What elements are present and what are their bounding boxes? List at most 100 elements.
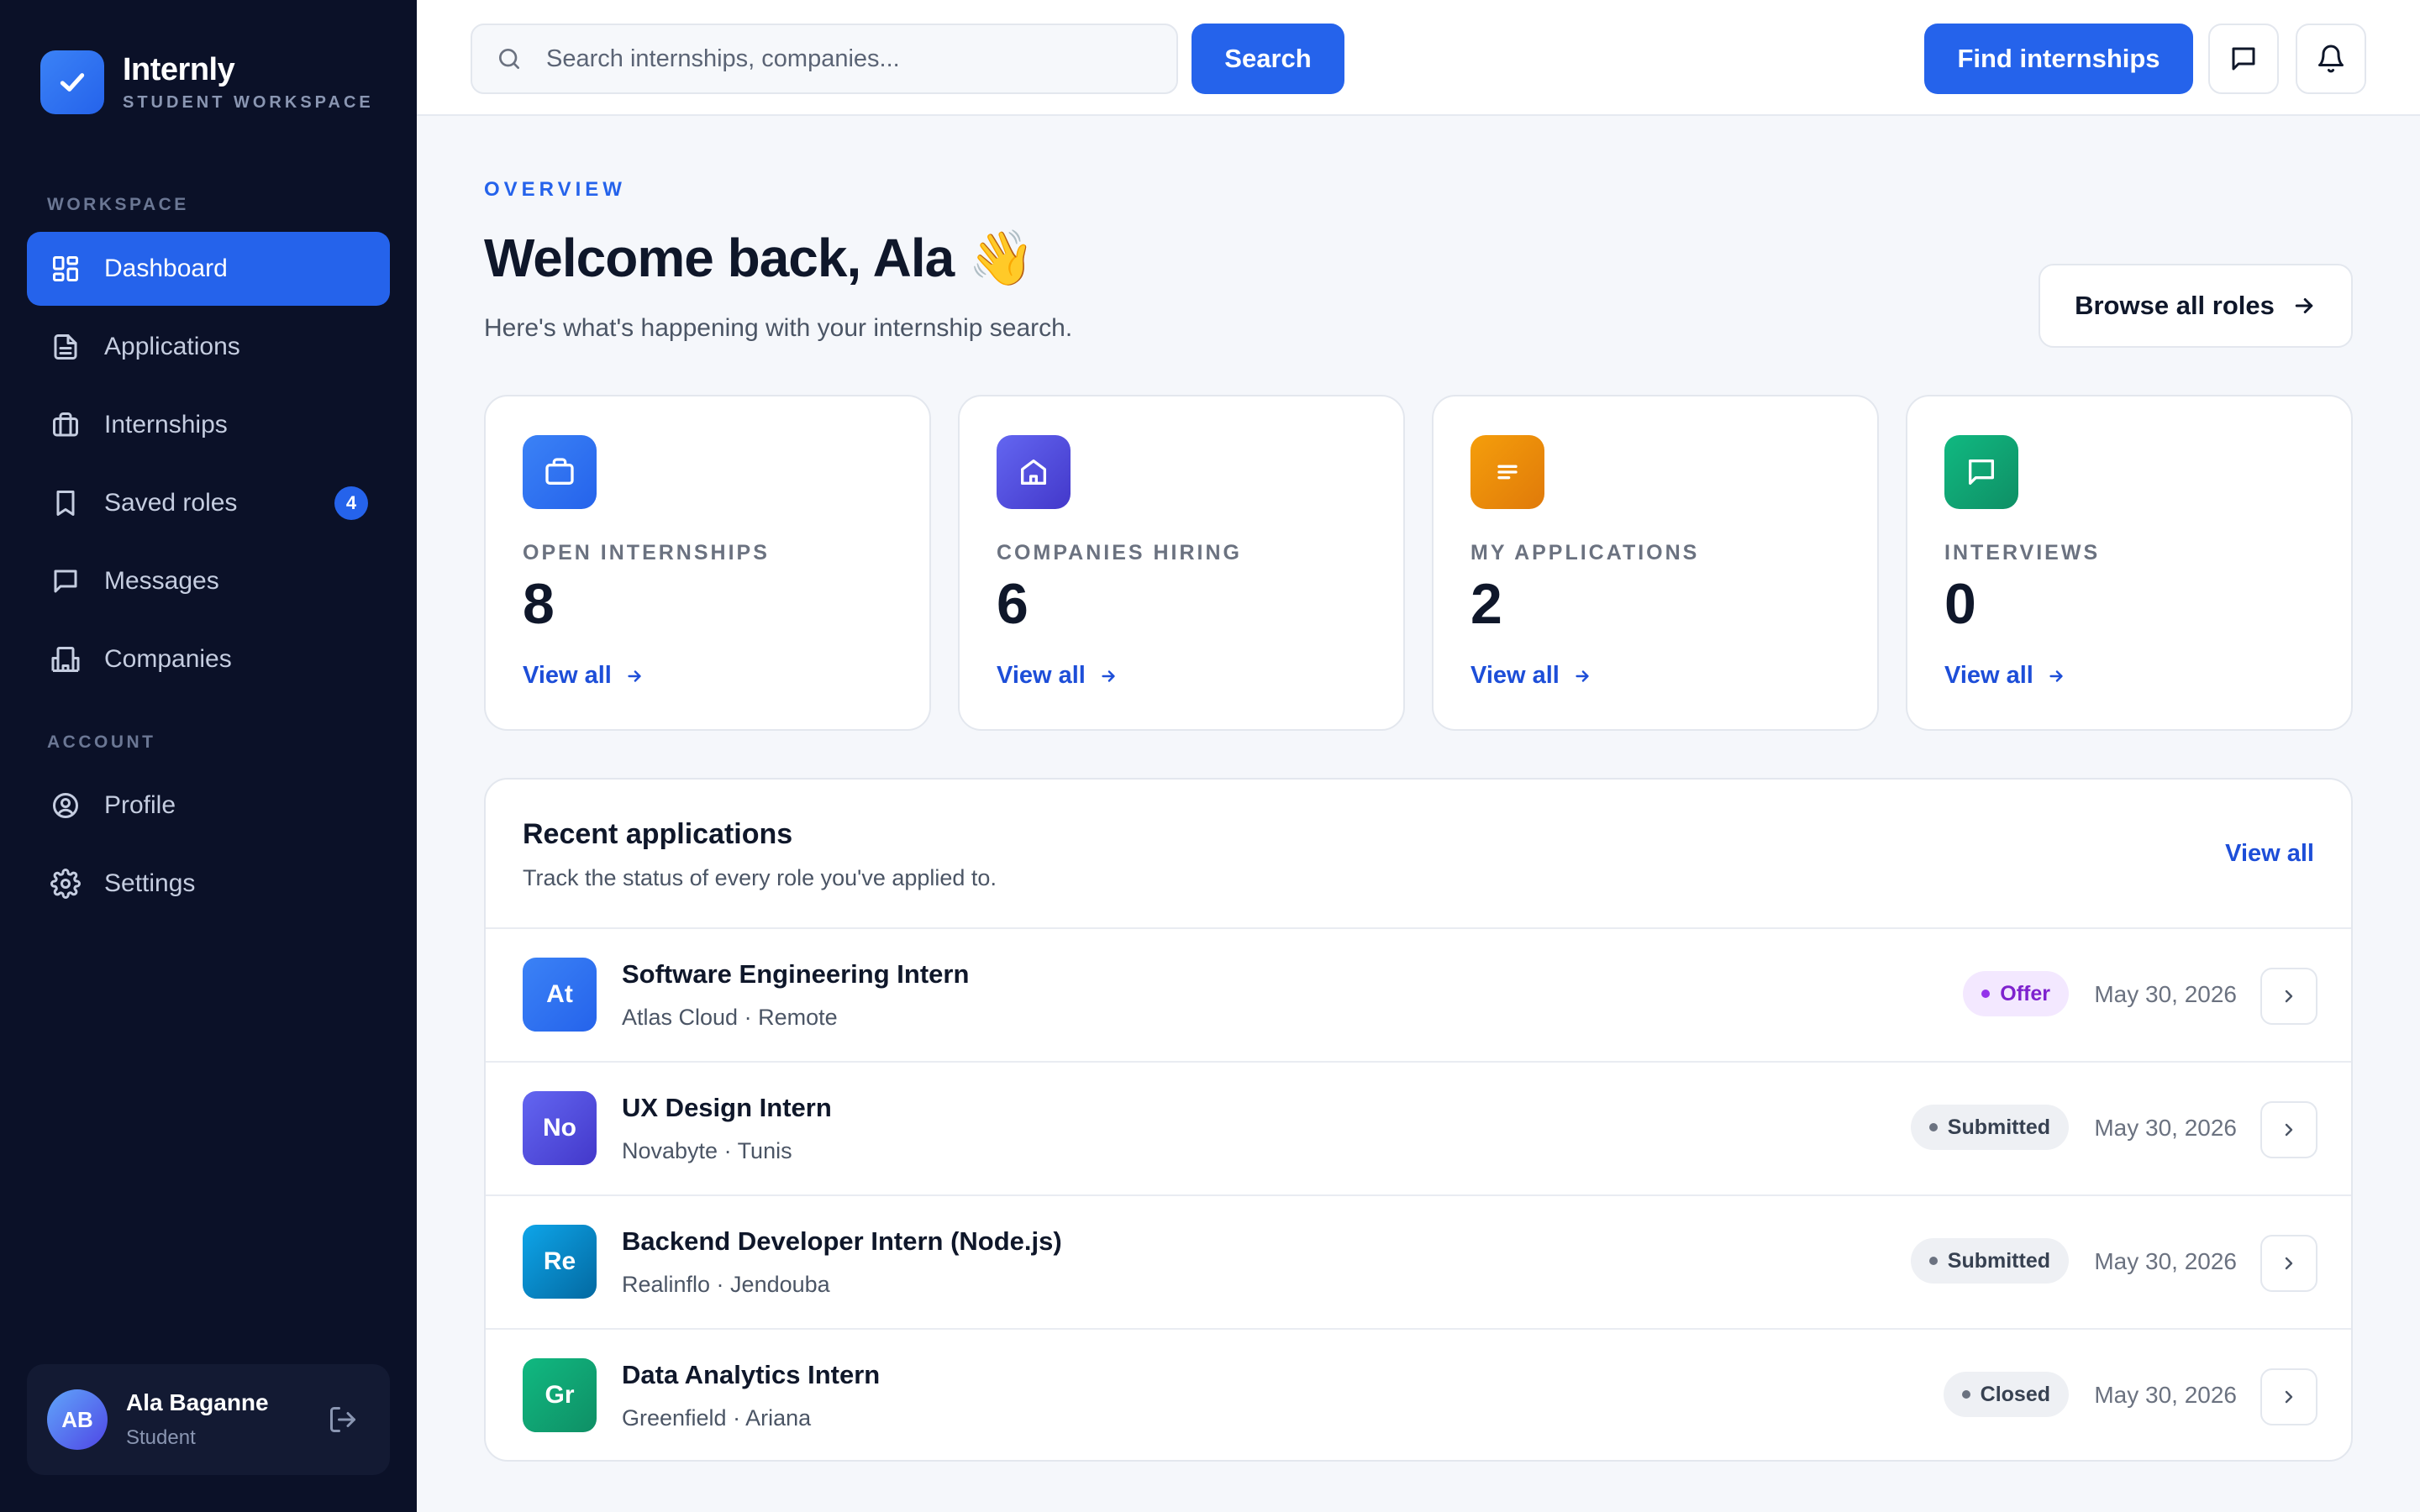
- avatar[interactable]: AB: [47, 1389, 108, 1450]
- sidebar-item-dashboard[interactable]: Dashboard: [27, 232, 390, 306]
- status-label: Submitted: [1947, 1115, 2050, 1139]
- application-row[interactable]: Gr Data Analytics Intern Greenfield · Ar…: [486, 1328, 2351, 1460]
- saved-roles-count-badge: 4: [334, 486, 368, 520]
- home-icon: [997, 435, 1071, 509]
- list-icon: [1470, 435, 1544, 509]
- view-all-link[interactable]: View all: [997, 662, 1118, 690]
- chevron-right-icon: [2279, 1253, 2299, 1273]
- sidebar-item-saved-roles[interactable]: Saved roles 4: [27, 466, 390, 540]
- status-label: Submitted: [1947, 1248, 2050, 1273]
- dashboard-icon: [49, 252, 82, 286]
- browse-all-roles-label: Browse all roles: [2075, 291, 2275, 320]
- sidebar-item-label: Dashboard: [104, 255, 228, 282]
- chevron-right-icon: [2279, 1387, 2299, 1407]
- stat-card-companies-hiring: COMPANIES HIRING 6 View all: [958, 395, 1405, 731]
- stat-card-interviews: INTERVIEWS 0 View all: [1906, 395, 2353, 731]
- application-date: May 30, 2026: [2094, 1115, 2237, 1141]
- brand-name: Internly: [123, 52, 235, 87]
- search-input[interactable]: [546, 45, 1151, 73]
- application-row[interactable]: Re Backend Developer Intern (Node.js) Re…: [486, 1194, 2351, 1328]
- open-application-button[interactable]: [2260, 1235, 2317, 1292]
- arrow-right-icon: [625, 667, 644, 685]
- application-title: Backend Developer Intern (Node.js): [622, 1226, 1062, 1256]
- stat-value: 2: [1470, 572, 1502, 636]
- sidebar-item-profile[interactable]: Profile: [27, 769, 390, 843]
- messages-button[interactable]: [2208, 24, 2279, 94]
- sidebar-item-settings[interactable]: Settings: [27, 847, 390, 921]
- user-circle-icon: [49, 789, 82, 822]
- brand[interactable]: Internly STUDENT WORKSPACE: [40, 50, 374, 114]
- bell-icon: [2316, 44, 2346, 74]
- view-all-label: View all: [1470, 662, 1560, 689]
- user-role: Student: [126, 1426, 196, 1449]
- stat-value: 6: [997, 572, 1028, 636]
- find-internships-button[interactable]: Find internships: [1924, 24, 2193, 94]
- company-logo: At: [523, 958, 597, 1032]
- page-subtitle: Here's what's happening with your intern…: [484, 314, 1073, 342]
- sidebar-item-label: Companies: [104, 645, 232, 673]
- arrow-right-icon: [1099, 667, 1118, 685]
- view-all-label: View all: [1944, 662, 2033, 689]
- application-row[interactable]: No UX Design Intern Novabyte · Tunis Sub…: [486, 1061, 2351, 1194]
- application-meta: Greenfield · Ariana: [622, 1405, 812, 1431]
- search-box[interactable]: [471, 24, 1178, 94]
- stat-card-open-internships: OPEN INTERNSHIPS 8 View all: [484, 395, 931, 731]
- notifications-button[interactable]: [2296, 24, 2366, 94]
- status-badge: Offer: [1963, 971, 2069, 1016]
- arrow-right-icon: [1573, 667, 1591, 685]
- view-all-link[interactable]: View all: [1944, 662, 2065, 690]
- topbar: Search Find internships: [417, 0, 2420, 116]
- section-label-account: ACCOUNT: [47, 732, 156, 752]
- page-title: Welcome back, Ala 👋: [484, 228, 1035, 288]
- application-row[interactable]: At Software Engineering Intern Atlas Clo…: [486, 927, 2351, 1061]
- sidebar-item-label: Profile: [104, 791, 176, 819]
- arrow-right-icon: [2291, 293, 2317, 318]
- message-icon: [2228, 44, 2259, 74]
- stat-label: COMPANIES HIRING: [997, 541, 1242, 564]
- chat-icon: [1944, 435, 2018, 509]
- message-icon: [49, 564, 82, 598]
- status-badge: Closed: [1943, 1372, 2069, 1417]
- stat-label: OPEN INTERNSHIPS: [523, 541, 770, 564]
- sidebar-item-messages[interactable]: Messages: [27, 544, 390, 618]
- user-name: Ala Baganne: [126, 1389, 269, 1415]
- recent-view-all-link[interactable]: View all: [2225, 840, 2314, 868]
- user-card: AB Ala Baganne Student: [27, 1364, 390, 1475]
- search-button[interactable]: Search: [1192, 24, 1344, 94]
- application-date: May 30, 2026: [2094, 1248, 2237, 1274]
- open-application-button[interactable]: [2260, 1368, 2317, 1425]
- logout-icon[interactable]: [326, 1403, 360, 1436]
- chevron-right-icon: [2279, 986, 2299, 1006]
- view-all-link[interactable]: View all: [1470, 662, 1591, 690]
- sidebar-item-internships[interactable]: Internships: [27, 388, 390, 462]
- arrow-right-icon: [2047, 667, 2065, 685]
- sidebar-item-applications[interactable]: Applications: [27, 310, 390, 384]
- chevron-right-icon: [2279, 1120, 2299, 1140]
- recent-applications-title: Recent applications: [523, 818, 793, 850]
- overline: OVERVIEW: [484, 178, 626, 201]
- section-label-workspace: WORKSPACE: [47, 195, 189, 214]
- open-application-button[interactable]: [2260, 968, 2317, 1025]
- sidebar-item-label: Internships: [104, 411, 228, 438]
- status-dot: [1961, 1390, 1970, 1399]
- browse-all-roles-button[interactable]: Browse all roles: [2039, 264, 2353, 348]
- stat-value: 0: [1944, 572, 1976, 636]
- application-meta: Atlas Cloud · Remote: [622, 1005, 838, 1030]
- search-icon: [496, 45, 523, 72]
- sidebar: Internly STUDENT WORKSPACE WORKSPACE Das…: [0, 0, 417, 1512]
- document-icon: [49, 330, 82, 364]
- application-date: May 30, 2026: [2094, 1382, 2237, 1408]
- recent-applications-subtitle: Track the status of every role you've ap…: [523, 865, 997, 890]
- sidebar-item-companies[interactable]: Companies: [27, 622, 390, 696]
- view-all-link[interactable]: View all: [523, 662, 644, 690]
- sidebar-item-label: Messages: [104, 567, 219, 595]
- status-dot: [1981, 990, 1991, 998]
- open-application-button[interactable]: [2260, 1101, 2317, 1158]
- application-meta: Realinflo · Jendouba: [622, 1272, 830, 1297]
- sidebar-item-label: Saved roles: [104, 489, 238, 517]
- briefcase-icon: [49, 408, 82, 442]
- sidebar-item-label: Applications: [104, 333, 240, 360]
- brand-subtitle: STUDENT WORKSPACE: [123, 93, 374, 112]
- bookmark-icon: [49, 486, 82, 520]
- view-all-label: View all: [523, 662, 612, 689]
